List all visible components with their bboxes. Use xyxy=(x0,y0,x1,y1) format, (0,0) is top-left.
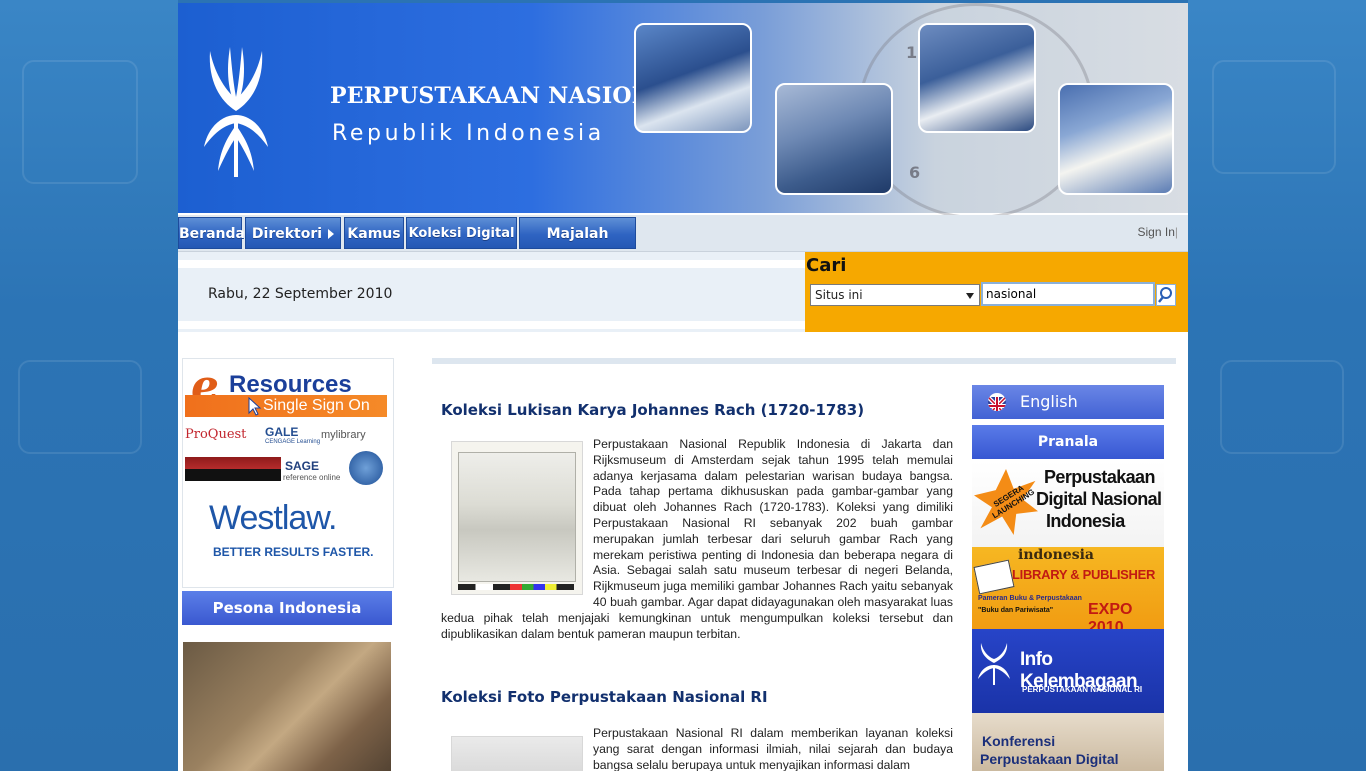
sign-in-link[interactable]: Sign In| xyxy=(1138,225,1178,239)
article-title[interactable]: Koleksi Foto Perpustakaan Nasional RI xyxy=(441,688,953,706)
westlaw-logo: Westlaw. xyxy=(209,499,337,537)
uk-flag-icon xyxy=(988,393,1006,411)
bg-decor-box xyxy=(22,60,138,184)
book-icon xyxy=(973,559,1015,595)
search-scope-value: Situs ini xyxy=(815,288,863,302)
banner-photo xyxy=(634,23,752,133)
divider xyxy=(178,260,805,268)
sage-subtitle: reference online xyxy=(283,473,341,482)
ad-line: Perpustakaan Digital xyxy=(980,751,1119,767)
cursor-arrow-icon xyxy=(248,397,262,416)
gale-logo: GALE xyxy=(265,425,299,439)
chevron-down-icon xyxy=(966,293,974,299)
nav-tab-beranda[interactable]: Beranda xyxy=(178,217,245,249)
ebsco-logo-icon xyxy=(349,451,383,485)
banner-photo xyxy=(775,83,893,195)
ad-line: Perpustakaan xyxy=(1044,467,1155,487)
page-container: PERPUSTAKAAN NASIONAL Republik Indonesia… xyxy=(178,3,1188,771)
publisher-logo-block xyxy=(185,457,281,481)
article-rach: Koleksi Lukisan Karya Johannes Rach (172… xyxy=(441,401,953,642)
main-navigation: Beranda Direktori Kamus Koleksi Digital … xyxy=(178,215,1188,274)
bg-decor-box xyxy=(1212,60,1336,174)
nav-tab-majalah-online[interactable]: Majalah Online xyxy=(519,217,636,274)
ad-info-kelembagaan[interactable]: Info Kelembagaan PERPUSTAKAAN NASIONAL R… xyxy=(972,629,1164,713)
foto-collection-image[interactable] xyxy=(451,736,583,771)
pesona-indonesia-image[interactable] xyxy=(183,642,391,771)
ad-line: LIBRARY & PUBLISHER xyxy=(1012,567,1156,582)
banner-photo xyxy=(918,23,1036,133)
pranala-header: Pranala xyxy=(972,425,1164,459)
sign-in-label: Sign In xyxy=(1137,225,1175,239)
proquest-logo: ProQuest xyxy=(185,427,247,442)
submenu-arrow-icon xyxy=(328,229,335,239)
banner-photo xyxy=(1058,83,1174,195)
english-label: English xyxy=(1020,392,1078,411)
sage-logo: SAGE xyxy=(285,459,320,473)
content-top-divider xyxy=(432,358,1176,364)
search-icon xyxy=(1158,287,1172,303)
library-logo-icon xyxy=(978,643,1010,685)
ad-line: Konferensi xyxy=(982,733,1056,749)
ad-library-publisher-expo[interactable]: indonesia LIBRARY & PUBLISHER Pameran Bu… xyxy=(972,547,1164,629)
pesona-indonesia-header: Pesona Indonesia xyxy=(182,591,392,625)
sso-label: Single Sign On xyxy=(263,397,370,414)
nav-tab-direktori[interactable]: Direktori xyxy=(245,217,341,249)
org-subtitle: Republik Indonesia xyxy=(332,121,605,146)
nav-tab-label: Beranda xyxy=(179,226,245,242)
mylibrary-logo: mylibrary xyxy=(321,429,366,441)
nav-tab-label: Koleksi Digital xyxy=(408,226,515,241)
search-button[interactable] xyxy=(1156,284,1176,306)
ad-line: Pameran Buku & Perpustakaan xyxy=(978,595,1082,602)
ad-line: indonesia xyxy=(1018,547,1094,563)
ad-line: Indonesia xyxy=(1046,511,1125,531)
bg-decor-box xyxy=(18,360,142,454)
nav-tab-label: Kamus xyxy=(347,226,401,242)
sketch-drawing xyxy=(458,452,576,582)
ad-line: Digital Nasional xyxy=(1036,489,1162,509)
nav-tab-kamus[interactable]: Kamus xyxy=(344,217,404,271)
rach-painting-image[interactable] xyxy=(451,441,583,595)
westlaw-tagline: BETTER RESULTS FASTER. xyxy=(213,545,374,559)
bg-decor-box xyxy=(1220,360,1344,454)
eresources-banner[interactable]: e Resources Single Sign On ProQuest GALE… xyxy=(182,358,394,588)
search-scope-select[interactable]: Situs ini xyxy=(810,284,980,306)
article-title[interactable]: Koleksi Lukisan Karya Johannes Rach (172… xyxy=(441,401,953,419)
clock-number: 1 xyxy=(906,43,918,62)
color-scale-bar xyxy=(458,584,574,590)
nav-tab-label: Direktori xyxy=(251,226,323,242)
search-title: Cari xyxy=(806,255,847,276)
gale-subtitle: CENGAGE Learning xyxy=(265,439,321,445)
divider xyxy=(178,321,805,329)
header-banner: PERPUSTAKAAN NASIONAL Republik Indonesia… xyxy=(178,3,1188,219)
ad-line: "Buku dan Pariwisata" xyxy=(978,607,1054,614)
separator: | xyxy=(1174,225,1178,239)
org-name: PERPUSTAKAAN NASIONAL xyxy=(330,83,685,109)
library-logo-icon xyxy=(204,47,268,177)
nav-tab-koleksi-digital[interactable]: Koleksi Digital xyxy=(406,217,517,271)
english-language-button[interactable]: English xyxy=(972,385,1164,419)
clock-number: 6 xyxy=(909,163,921,182)
ad-line: EXPO 2010 xyxy=(1088,601,1133,629)
ad-line: PERPUSTAKAAN NASIONAL RI xyxy=(1022,685,1143,694)
ad-konferensi[interactable]: Konferensi Perpustakaan Digital xyxy=(972,713,1164,771)
search-input[interactable] xyxy=(981,282,1155,306)
current-date: Rabu, 22 September 2010 xyxy=(208,286,393,302)
article-foto: Koleksi Foto Perpustakaan Nasional RI Pe… xyxy=(441,688,953,771)
ad-digital-library[interactable]: SEGERA LAUNCHING Perpustakaan Digital Na… xyxy=(972,461,1164,547)
eresources-title: e Resources xyxy=(185,363,387,409)
